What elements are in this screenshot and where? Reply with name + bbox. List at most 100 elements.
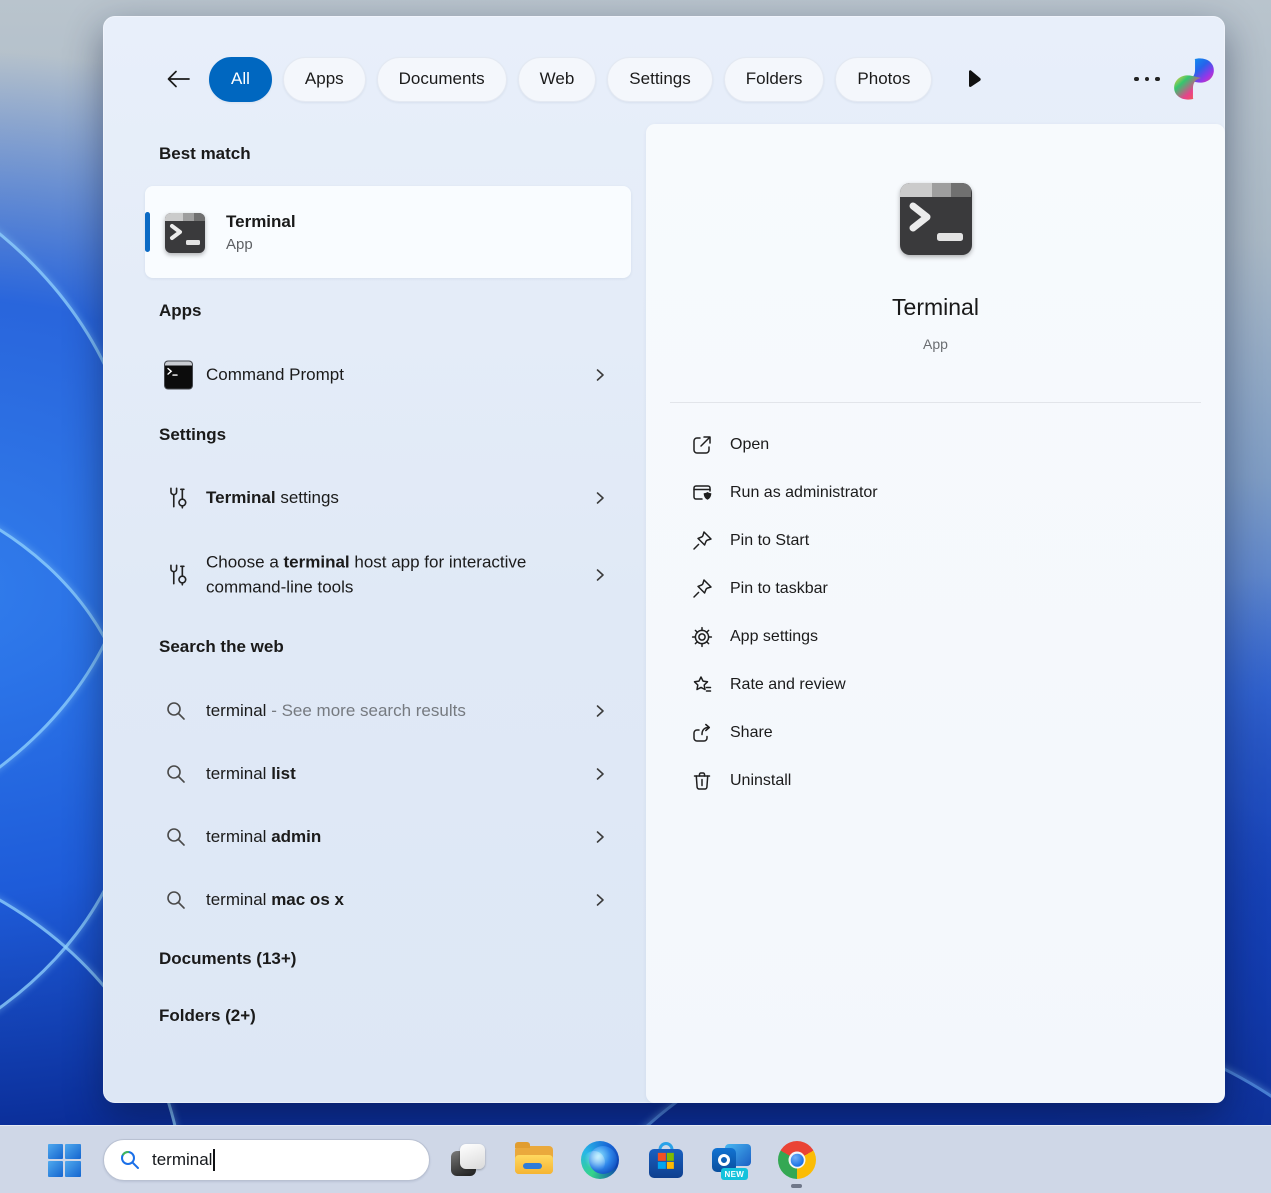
taskbar: terminal NEW: [0, 1125, 1271, 1193]
taskbar-icon-edge[interactable]: [580, 1140, 620, 1180]
filter-tabs: All Apps Documents Web Settings Folders …: [209, 57, 932, 102]
taskbar-icon-task-view[interactable]: [448, 1140, 488, 1180]
action-run-as-administrator[interactable]: Run as administrator: [670, 469, 1201, 517]
result-label: terminal - See more search results: [206, 701, 466, 721]
ellipsis-icon: [1134, 77, 1160, 82]
action-label: Pin to Start: [730, 532, 809, 550]
tab-settings[interactable]: Settings: [607, 57, 712, 102]
chevron-right-icon[interactable]: [593, 368, 607, 383]
result-label: terminal admin: [206, 827, 321, 847]
star-review-icon: [690, 673, 714, 697]
trash-icon: [690, 769, 714, 793]
section-settings: Settings: [159, 425, 226, 445]
action-label: Rate and review: [730, 676, 846, 694]
action-open[interactable]: Open: [670, 421, 1201, 469]
action-label: Pin to taskbar: [730, 580, 828, 598]
search-flyout-panel: All Apps Documents Web Settings Folders …: [103, 16, 1225, 1103]
file-explorer-icon: [514, 1143, 554, 1177]
edge-browser-icon: [581, 1141, 619, 1179]
action-app-settings[interactable]: App settings: [670, 613, 1201, 661]
search-icon: [165, 700, 187, 722]
section-documents[interactable]: Documents (13+): [159, 949, 296, 969]
result-command-prompt[interactable]: Command Prompt: [145, 354, 631, 396]
result-label: Choose a terminal host app for interacti…: [206, 550, 566, 599]
taskbar-icon-microsoft-store[interactable]: [646, 1140, 686, 1180]
arrow-left-icon: [165, 68, 191, 90]
tab-all[interactable]: All: [209, 57, 272, 102]
tools-icon: [165, 485, 191, 511]
filter-row: All Apps Documents Web Settings Folders …: [163, 56, 982, 102]
best-match-result[interactable]: Terminal App: [145, 186, 631, 278]
gear-icon: [690, 625, 714, 649]
focus-accent-bar: [145, 212, 150, 252]
overflow-menu-button[interactable]: [1127, 68, 1167, 90]
chrome-icon: [778, 1141, 816, 1179]
web-result-terminal-mac-os-x[interactable]: terminal mac os x: [145, 879, 631, 921]
action-pin-to-taskbar[interactable]: Pin to taskbar: [670, 565, 1201, 613]
chrome-running-indicator: [791, 1184, 802, 1188]
tab-documents[interactable]: Documents: [377, 57, 507, 102]
taskbar-search-box[interactable]: terminal: [103, 1139, 430, 1181]
action-uninstall[interactable]: Uninstall: [670, 757, 1201, 805]
section-best-match: Best match: [159, 144, 251, 164]
web-result-see-more[interactable]: terminal - See more search results: [145, 690, 631, 732]
best-match-subtitle: App: [226, 236, 296, 253]
windows-logo-icon: [48, 1144, 81, 1177]
copilot-logo-icon: [1169, 54, 1219, 104]
search-icon: [165, 763, 187, 785]
chevron-right-icon[interactable]: [593, 568, 607, 583]
outlook-new-badge: NEW: [721, 1168, 748, 1180]
section-search-web: Search the web: [159, 637, 284, 657]
search-icon: [165, 889, 187, 911]
pin-icon: [690, 529, 714, 553]
result-label: terminal mac os x: [206, 890, 344, 910]
search-input-value: terminal: [152, 1150, 212, 1170]
result-label: Terminal settings: [206, 488, 339, 508]
chevron-right-icon[interactable]: [593, 491, 607, 506]
action-share[interactable]: Share: [670, 709, 1201, 757]
terminal-app-icon: [900, 183, 972, 255]
best-match-title: Terminal: [226, 212, 296, 232]
taskbar-icon-chrome[interactable]: [777, 1140, 817, 1180]
result-terminal-settings[interactable]: Terminal settings: [145, 477, 631, 519]
admin-shield-icon: [690, 481, 714, 505]
section-folders[interactable]: Folders (2+): [159, 1006, 256, 1026]
more-filters-button[interactable]: [966, 69, 982, 89]
text-caret: [213, 1149, 215, 1171]
chevron-right-icon[interactable]: [593, 830, 607, 845]
tab-folders[interactable]: Folders: [724, 57, 825, 102]
chevron-right-icon[interactable]: [593, 704, 607, 719]
play-right-icon: [966, 69, 982, 89]
divider: [670, 402, 1201, 403]
web-result-terminal-list[interactable]: terminal list: [145, 753, 631, 795]
tab-photos[interactable]: Photos: [835, 57, 932, 102]
action-label: Uninstall: [730, 772, 791, 790]
taskbar-icon-outlook[interactable]: NEW: [712, 1140, 752, 1180]
search-icon: [165, 826, 187, 848]
result-label: Command Prompt: [206, 365, 344, 385]
chevron-right-icon[interactable]: [593, 893, 607, 908]
detail-app-title: Terminal: [646, 294, 1225, 321]
result-terminal-host-app[interactable]: Choose a terminal host app for interacti…: [145, 543, 631, 607]
copilot-button[interactable]: [1169, 54, 1219, 104]
taskbar-icon-file-explorer[interactable]: [514, 1140, 554, 1180]
back-button[interactable]: [163, 64, 193, 94]
detail-app-type: App: [646, 336, 1225, 352]
tab-apps[interactable]: Apps: [283, 57, 366, 102]
action-pin-to-start[interactable]: Pin to Start: [670, 517, 1201, 565]
terminal-app-icon: [165, 213, 205, 253]
web-result-terminal-admin[interactable]: terminal admin: [145, 816, 631, 858]
pin-icon: [690, 577, 714, 601]
action-label: Run as administrator: [730, 484, 878, 502]
section-apps: Apps: [159, 301, 202, 321]
command-prompt-icon: [165, 362, 192, 389]
action-rate-and-review[interactable]: Rate and review: [670, 661, 1201, 709]
chevron-right-icon[interactable]: [593, 767, 607, 782]
microsoft-store-icon: [648, 1141, 684, 1179]
share-icon: [690, 721, 714, 745]
outlook-icon: NEW: [712, 1140, 752, 1180]
start-button[interactable]: [44, 1140, 84, 1180]
tab-web[interactable]: Web: [518, 57, 597, 102]
task-view-icon: [450, 1142, 486, 1178]
result-label: terminal list: [206, 764, 296, 784]
